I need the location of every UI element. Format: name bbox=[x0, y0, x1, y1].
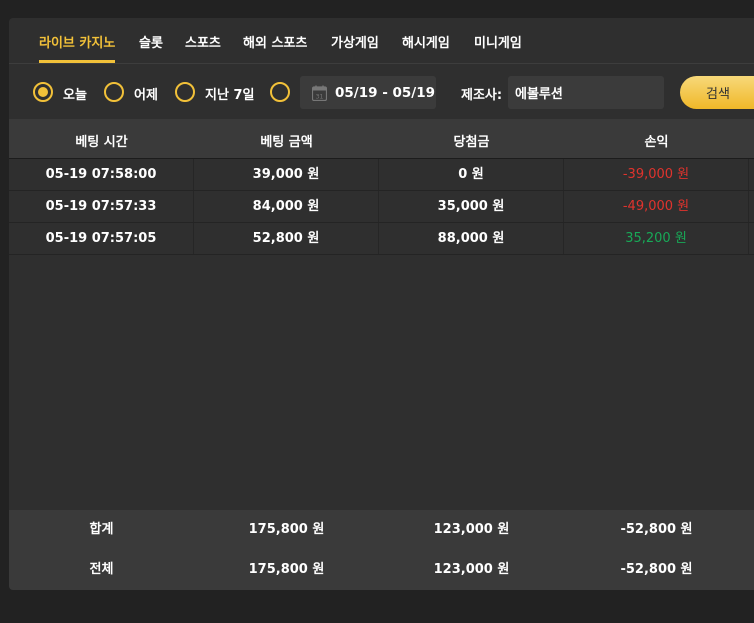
tab-live-casino[interactable]: 라이브 카지노 bbox=[39, 32, 116, 63]
table-row: 05-19 07:57:05 52,800 원 88,000 원 35,200 … bbox=[9, 223, 754, 255]
header-bet-amount: 베팅 금액 bbox=[260, 135, 313, 150]
summary-bet-amount: 175,800 원 bbox=[248, 522, 325, 537]
tab-slot[interactable]: 슬롯 bbox=[139, 32, 163, 60]
cell-profit: 35,200 원 bbox=[564, 223, 749, 254]
cell-winnings: 0 원 bbox=[379, 159, 564, 190]
cell-bet-time: 05-19 07:57:05 bbox=[9, 223, 194, 254]
summary-profit: -52,800 원 bbox=[620, 522, 693, 537]
search-button[interactable]: 검색 bbox=[680, 76, 754, 109]
table-row: 05-19 07:57:33 84,000 원 35,000 원 -49,000… bbox=[9, 191, 754, 223]
table-header: 베팅 시간 베팅 금액 당첨금 손익 bbox=[9, 119, 754, 159]
summary-winnings: 123,000 원 bbox=[433, 522, 510, 537]
header-bet-time: 베팅 시간 bbox=[75, 135, 128, 150]
header-winnings: 당첨금 bbox=[453, 135, 490, 150]
summary-label: 합계 bbox=[89, 522, 114, 537]
table-summary: 합계 175,800 원 123,000 원 -52,800 원 전체 175,… bbox=[9, 510, 754, 590]
category-tabs: 라이브 카지노 슬롯 스포츠 해외 스포츠 가상게임 해시게임 미니게임 bbox=[9, 18, 754, 64]
summary-row-subtotal: 합계 175,800 원 123,000 원 -52,800 원 bbox=[9, 510, 754, 550]
cell-bet-amount: 84,000 원 bbox=[194, 191, 379, 222]
summary-bet-amount: 175,800 원 bbox=[248, 562, 325, 577]
cell-winnings: 35,000 원 bbox=[379, 191, 564, 222]
cell-bet-amount: 39,000 원 bbox=[194, 159, 379, 190]
summary-winnings: 123,000 원 bbox=[433, 562, 510, 577]
table-row: 05-19 07:58:00 39,000 원 0 원 -39,000 원 bbox=[9, 159, 754, 191]
summary-profit: -52,800 원 bbox=[620, 562, 693, 577]
radio-today[interactable] bbox=[33, 82, 53, 102]
calendar-icon: 31 bbox=[312, 85, 327, 101]
radio-yesterday-label[interactable]: 어제 bbox=[134, 84, 158, 103]
radio-last-7-days[interactable] bbox=[175, 82, 195, 102]
date-range-picker[interactable]: 31 05/19 - 05/19 bbox=[300, 76, 436, 109]
maker-input[interactable] bbox=[508, 76, 664, 109]
summary-row-total: 전체 175,800 원 123,000 원 -52,800 원 bbox=[9, 550, 754, 590]
date-range-text: 05/19 - 05/19 bbox=[335, 85, 436, 101]
cell-profit: -39,000 원 bbox=[564, 159, 749, 190]
maker-label: 제조사: bbox=[461, 88, 503, 103]
cell-bet-amount: 52,800 원 bbox=[194, 223, 379, 254]
radio-custom-range[interactable] bbox=[270, 82, 290, 102]
cell-profit: -49,000 원 bbox=[564, 191, 749, 222]
tab-overseas-sports[interactable]: 해외 스포츠 bbox=[243, 32, 307, 60]
tab-sports[interactable]: 스포츠 bbox=[185, 32, 221, 60]
bet-history-panel: 라이브 카지노 슬롯 스포츠 해외 스포츠 가상게임 해시게임 미니게임 오늘 … bbox=[9, 18, 754, 590]
radio-yesterday[interactable] bbox=[104, 82, 124, 102]
radio-last-7-days-label[interactable]: 지난 7일 bbox=[205, 84, 254, 103]
cell-winnings: 88,000 원 bbox=[379, 223, 564, 254]
cell-bet-time: 05-19 07:58:00 bbox=[9, 159, 194, 190]
cell-bet-time: 05-19 07:57:33 bbox=[9, 191, 194, 222]
radio-today-label[interactable]: 오늘 bbox=[63, 84, 87, 103]
header-profit: 손익 bbox=[644, 135, 669, 150]
tab-mini-game[interactable]: 미니게임 bbox=[474, 32, 522, 60]
summary-label: 전체 bbox=[89, 562, 114, 577]
tab-virtual-game[interactable]: 가상게임 bbox=[331, 32, 379, 60]
tab-hash-game[interactable]: 해시게임 bbox=[402, 32, 450, 60]
filter-bar: 오늘 어제 지난 7일 31 05/19 - 05/19 제조사: 검색 bbox=[9, 75, 754, 111]
svg-text:31: 31 bbox=[316, 94, 324, 101]
